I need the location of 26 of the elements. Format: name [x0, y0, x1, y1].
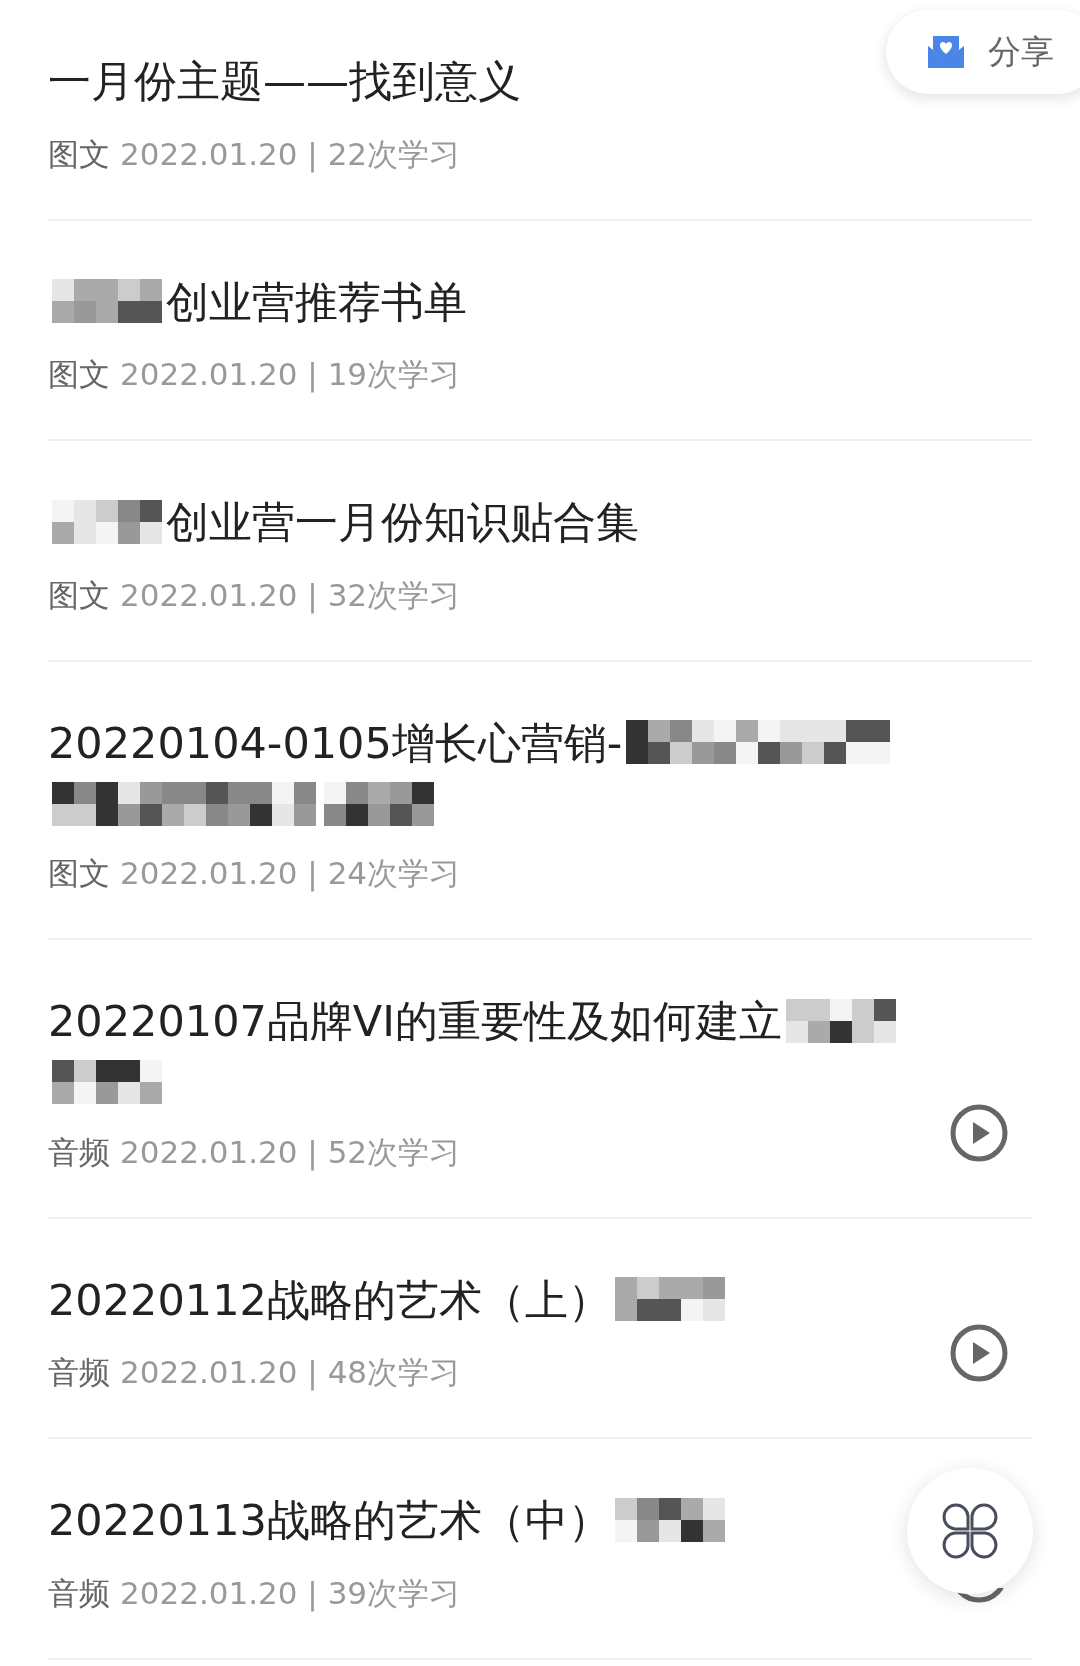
item-title[interactable]: 20220113战略的艺术（中）: [48, 1494, 611, 1545]
content-type-label: 图文: [48, 356, 110, 392]
date-and-views: 2022.01.20 | 22次学习: [120, 135, 461, 172]
content-type-label: 音频: [48, 1574, 110, 1611]
play-icon[interactable]: [950, 1324, 1008, 1382]
content-type-label: 音频: [48, 1133, 110, 1170]
date-and-views: 2022.01.20 | 52次学习: [120, 1133, 461, 1170]
date-and-views: 2022.01.20 | 39次学习: [120, 1574, 461, 1611]
item-title[interactable]: 20220112战略的艺术（上）: [48, 1274, 611, 1324]
item-title[interactable]: 一月份主题——找到意义: [48, 55, 521, 106]
content-type-label: 图文: [48, 855, 110, 891]
item-title[interactable]: 20220104-0105增长心营销-: [48, 717, 623, 767]
date-and-views: 2022.01.20 | 24次学习: [120, 855, 461, 891]
four-petal-icon: [941, 1502, 999, 1560]
item-title[interactable]: 创业营推荐书单: [166, 276, 467, 326]
item-title[interactable]: 创业营一月份知识贴合集: [166, 496, 639, 547]
content-type-label: 图文: [48, 135, 110, 172]
date-and-views: 2022.01.20 | 19次学习: [120, 356, 461, 392]
date-and-views: 2022.01.20 | 48次学习: [120, 1354, 461, 1390]
heart-envelope-icon: [926, 34, 966, 70]
date-and-views: 2022.01.20 | 32次学习: [120, 576, 461, 613]
content-type-label: 音频: [48, 1354, 110, 1390]
content-type-label: 图文: [48, 576, 110, 613]
share-button[interactable]: 分享: [886, 10, 1080, 94]
item-title[interactable]: 20220107品牌VI的重要性及如何建立: [48, 995, 782, 1046]
play-icon[interactable]: [950, 1103, 1008, 1162]
